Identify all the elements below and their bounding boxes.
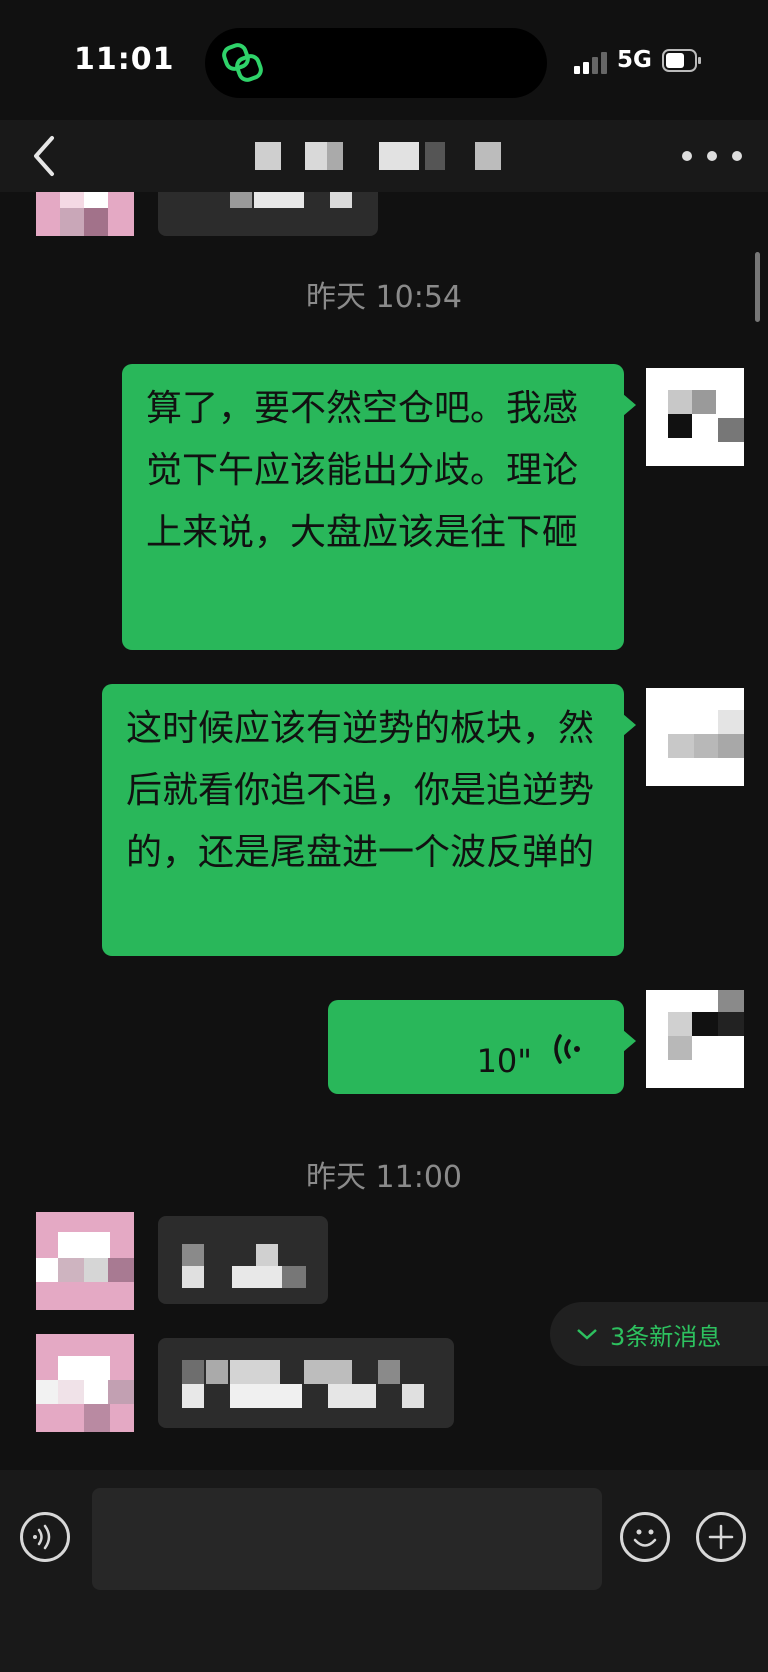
avatar[interactable] bbox=[36, 1334, 134, 1432]
more-dots-icon[interactable] bbox=[682, 136, 742, 176]
incoming-message[interactable] bbox=[158, 192, 378, 236]
add-icon[interactable] bbox=[696, 1512, 746, 1562]
status-time: 11:01 bbox=[74, 42, 175, 77]
voice-message[interactable]: 10" bbox=[328, 1000, 636, 1094]
incoming-message[interactable] bbox=[158, 1216, 328, 1304]
timestamp: 昨天 10:54 bbox=[306, 280, 462, 315]
outgoing-message[interactable]: 算了，要不然空仓吧。我感觉下午应该能出分歧。理论上来说，大盘应该是往下砸 bbox=[122, 364, 636, 650]
new-messages-badge[interactable]: 3条新消息 bbox=[550, 1302, 768, 1366]
message-input[interactable] bbox=[92, 1488, 602, 1590]
timestamp: 昨天 11:00 bbox=[306, 1160, 462, 1195]
outgoing-message[interactable]: 这时候应该有逆势的板块，然后就看你追不追，你是追逆势的，还是尾盘进一个波反弹的 bbox=[102, 684, 636, 956]
avatar[interactable] bbox=[36, 1212, 134, 1310]
new-messages-label: 3条新消息 bbox=[610, 1322, 722, 1351]
avatar[interactable] bbox=[646, 368, 744, 466]
status-bar: 11:01 5G bbox=[0, 0, 768, 120]
chat-title bbox=[255, 142, 505, 172]
input-bar bbox=[0, 1470, 768, 1672]
voice-duration: 10" bbox=[476, 1042, 532, 1080]
incoming-message[interactable] bbox=[158, 1338, 454, 1428]
battery-icon bbox=[662, 49, 701, 72]
avatar[interactable] bbox=[36, 192, 134, 236]
chevron-left-icon[interactable] bbox=[22, 128, 72, 184]
dynamic-island bbox=[205, 28, 547, 98]
message-text: 算了，要不然空仓吧。我感觉下午应该能出分歧。理论上来说，大盘应该是往下砸 bbox=[146, 388, 579, 553]
chat-area[interactable]: 昨天 10:54 算了，要不然空仓吧。我感觉下午应该能出分歧。理论上来说，大盘应… bbox=[0, 192, 768, 1470]
link-rings-icon bbox=[222, 43, 263, 82]
emoji-icon[interactable] bbox=[620, 1512, 670, 1562]
message-text: 这时候应该有逆势的板块，然后就看你追不追，你是追逆势的，还是尾盘进一个波反弹的 bbox=[126, 708, 595, 873]
voice-mode-icon[interactable] bbox=[20, 1512, 70, 1562]
signal-icon bbox=[574, 52, 607, 74]
network-label: 5G bbox=[617, 47, 652, 73]
nav-bar bbox=[0, 120, 768, 192]
avatar[interactable] bbox=[646, 990, 744, 1088]
voice-wave-icon bbox=[554, 1034, 580, 1064]
chevron-down-icon bbox=[577, 1329, 597, 1340]
avatar[interactable] bbox=[646, 688, 744, 786]
